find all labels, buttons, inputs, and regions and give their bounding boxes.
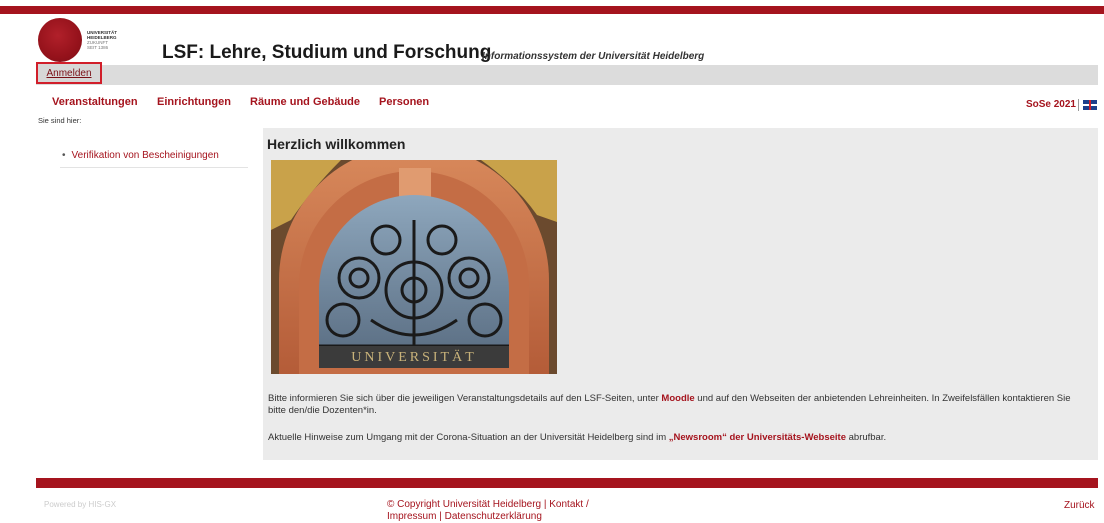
sidebar-item-verifikation[interactable]: Verifikation von Bescheinigungen xyxy=(62,150,219,161)
copyright-text: © Copyright Universität Heidelberg xyxy=(387,499,542,510)
nav-item-raeume-und-gebaeude[interactable]: Räume und Gebäude xyxy=(250,96,360,108)
back-link[interactable]: Zurück xyxy=(1064,500,1095,511)
login-button[interactable]: Anmelden xyxy=(36,62,102,84)
gate-inscription: UNIVERSITÄT xyxy=(351,348,477,365)
nav-item-personen[interactable]: Personen xyxy=(379,96,429,108)
site-title: LSF: Lehre, Studium und Forschung xyxy=(162,42,492,63)
datenschutz-link[interactable]: Datenschutzerklärung xyxy=(445,511,542,522)
footer-powered-by: Powered by HIS-GX xyxy=(44,500,117,509)
language-separator xyxy=(1078,99,1079,111)
footer-brand-bar xyxy=(36,478,1098,488)
site-subtitle: Informationssystem der Universität Heide… xyxy=(482,51,705,62)
university-seal-logo[interactable] xyxy=(38,18,82,62)
nav-item-veranstaltungen[interactable]: Veranstaltungen xyxy=(52,96,138,108)
nav-item-einrichtungen[interactable]: Einrichtungen xyxy=(157,96,231,108)
kontakt-link[interactable]: Kontakt xyxy=(549,499,583,510)
footer-links: © Copyright Universität Heidelberg | Kon… xyxy=(387,499,589,522)
info-paragraph-2: Aktuelle Hinweise zum Umgang mit der Cor… xyxy=(268,432,887,443)
english-flag-icon[interactable] xyxy=(1083,100,1097,110)
page-title: Herzlich willkommen xyxy=(267,136,406,152)
impressum-link[interactable]: Impressum xyxy=(387,511,436,522)
main-navigation: Veranstaltungen Einrichtungen Räume und … xyxy=(0,96,1104,110)
top-brand-bar xyxy=(0,6,1104,14)
info-paragraph-1: Bitte informieren Sie sich über die jewe… xyxy=(268,393,1071,416)
moodle-link[interactable]: Moodle xyxy=(661,393,694,404)
breadcrumb: Sie sind hier: xyxy=(38,116,82,125)
university-gate-photo: UNIVERSITÄT xyxy=(271,160,557,374)
login-bar xyxy=(36,65,1098,85)
newsroom-link[interactable]: „Newsroom“ der Universitäts-Webseite xyxy=(669,432,846,443)
semester-selector[interactable]: SoSe 2021 xyxy=(1026,99,1076,110)
university-wordmark: UNIVERSITÄT HEIDELBERG ZUKUNFT SEIT 1386 xyxy=(87,30,118,50)
sidebar-divider xyxy=(60,167,248,168)
